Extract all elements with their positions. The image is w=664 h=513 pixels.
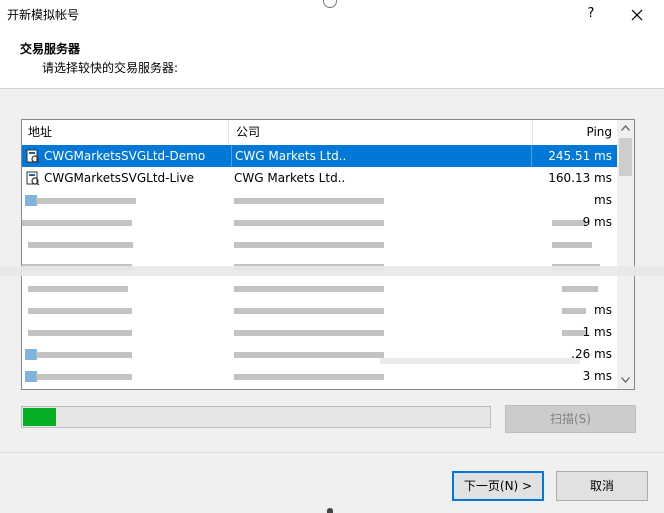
server-row-redacted[interactable] xyxy=(22,277,618,299)
server-row-redacted[interactable]: 3 ms xyxy=(22,365,618,387)
server-row-redacted[interactable]: ms xyxy=(22,189,618,211)
window-top-marker xyxy=(323,0,337,8)
server-address: CWGMarketsSVGLtd-Live xyxy=(44,171,195,185)
redacted-address xyxy=(36,198,136,204)
title-bar: 开新模拟帐号 ? xyxy=(0,0,664,30)
server-row-redacted[interactable]: 1 ms xyxy=(22,321,618,343)
column-header-company[interactable]: 公司 xyxy=(236,120,260,144)
close-icon xyxy=(631,9,643,20)
server-row-redacted[interactable]: 9 ms xyxy=(22,211,618,233)
cancel-button[interactable]: 取消 xyxy=(556,471,648,501)
scrollbar-thumb[interactable] xyxy=(619,138,632,176)
server-icon xyxy=(26,149,40,163)
redaction-artifact xyxy=(380,358,580,364)
server-row[interactable]: CWGMarketsSVGLtd-Demo CWG Markets Ltd.. … xyxy=(22,145,618,167)
server-ping: 245.51 ms xyxy=(531,145,612,167)
footer-divider xyxy=(0,452,664,453)
server-ping: 160.13 ms xyxy=(548,171,612,185)
redacted-company xyxy=(234,286,384,292)
redacted-company xyxy=(234,220,384,226)
close-button[interactable] xyxy=(622,2,652,26)
redacted-ping xyxy=(562,286,598,292)
next-button[interactable]: 下一页(N) > xyxy=(452,471,544,501)
header-title: 交易服务器 xyxy=(20,42,81,56)
redacted-address xyxy=(28,242,133,248)
window-bottom-marker xyxy=(327,508,333,513)
redacted-address xyxy=(28,308,132,314)
server-company: CWG Markets Ltd.. xyxy=(231,145,346,167)
redacted-company xyxy=(234,352,384,358)
redacted-address xyxy=(28,330,132,336)
server-row-redacted[interactable]: ms xyxy=(22,299,618,321)
server-ping: 3 ms xyxy=(582,369,612,383)
server-company: CWG Markets Ltd.. xyxy=(234,171,346,185)
redacted-company xyxy=(234,308,384,314)
server-icon xyxy=(26,171,40,185)
vertical-scrollbar[interactable] xyxy=(617,120,634,389)
server-ping: 9 ms xyxy=(582,215,612,229)
redaction-artifact xyxy=(0,266,664,276)
chevron-down-icon[interactable] xyxy=(617,372,634,389)
redacted-company xyxy=(234,330,384,336)
redacted-ping xyxy=(552,242,592,248)
scan-progress-fill xyxy=(23,408,56,426)
server-address: CWGMarketsSVGLtd-Demo xyxy=(44,149,206,163)
redacted-company xyxy=(234,242,384,248)
scan-button[interactable]: 扫描(S) xyxy=(505,405,636,433)
server-ping: ms xyxy=(594,193,612,207)
server-list[interactable]: 地址 公司 Ping CWGMarketsSVGLtd-Demo CWG Mar… xyxy=(21,119,635,390)
server-ping: ms xyxy=(594,303,612,317)
chevron-up-icon[interactable] xyxy=(617,120,634,137)
server-ping: 1 ms xyxy=(582,325,612,339)
redacted-address xyxy=(22,220,132,226)
column-header-address[interactable]: 地址 xyxy=(28,120,52,144)
header-subtitle: 请选择较快的交易服务器: xyxy=(42,61,179,75)
redacted-address xyxy=(36,352,132,358)
help-button[interactable]: ? xyxy=(578,2,604,26)
redacted-address xyxy=(36,374,132,380)
new-demo-account-dialog: 开新模拟帐号 ? 交易服务器 请选择较快的交易服务器: 地址 公司 Ping C… xyxy=(0,0,664,513)
server-row[interactable]: CWGMarketsSVGLtd-Live CWG Markets Ltd.. … xyxy=(22,167,618,189)
redacted-address xyxy=(28,286,128,292)
redacted-company xyxy=(234,198,384,204)
window-title: 开新模拟帐号 xyxy=(7,8,80,22)
column-divider[interactable] xyxy=(228,120,229,144)
server-row-redacted[interactable] xyxy=(22,233,618,255)
list-header: 地址 公司 Ping xyxy=(22,120,618,146)
scan-progress-bar xyxy=(21,406,491,428)
redacted-company xyxy=(234,374,384,380)
header-panel: 交易服务器 请选择较快的交易服务器: xyxy=(0,30,664,89)
column-header-ping[interactable]: Ping xyxy=(532,120,612,144)
